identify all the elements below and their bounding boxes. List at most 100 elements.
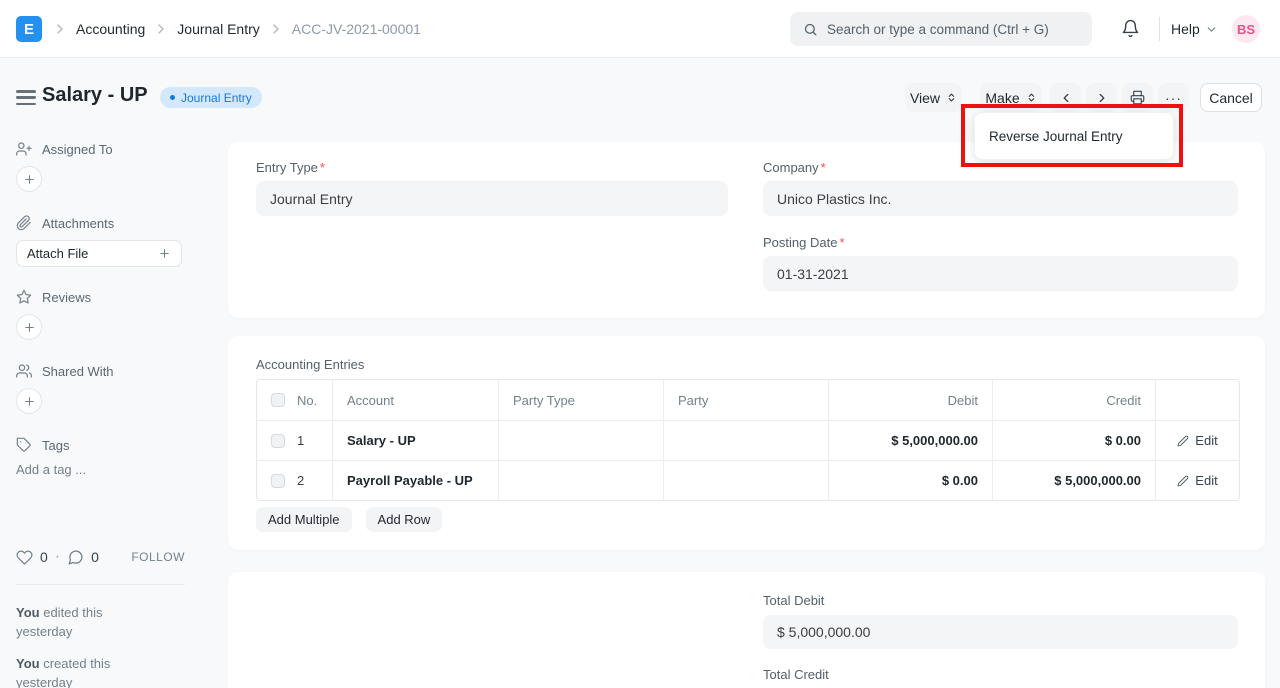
comments-count: 0 bbox=[91, 549, 99, 565]
credit-cell[interactable]: $ 5,000,000.00 bbox=[993, 461, 1156, 500]
edit-row-button[interactable]: Edit bbox=[1177, 473, 1217, 488]
previous-record-button[interactable] bbox=[1050, 83, 1081, 112]
menu-icon[interactable] bbox=[16, 90, 36, 105]
navbar-divider bbox=[1159, 17, 1160, 41]
sidebar-section-shared-with: Shared With bbox=[16, 363, 186, 379]
total-debit-field[interactable]: $ 5,000,000.00 bbox=[763, 615, 1238, 649]
more-options-button[interactable]: ··· bbox=[1158, 83, 1189, 112]
star-icon bbox=[16, 289, 32, 305]
likes-count: 0 bbox=[40, 549, 48, 565]
attach-file-button[interactable]: Attach File bbox=[16, 240, 182, 267]
totals-card: Total Debit $ 5,000,000.00 Total Credit bbox=[228, 572, 1265, 688]
party-cell[interactable] bbox=[664, 421, 829, 460]
reviews-add bbox=[16, 314, 186, 340]
follow-button[interactable]: FOLLOW bbox=[131, 550, 185, 564]
page-title: Salary - UP bbox=[42, 84, 148, 107]
plus-icon bbox=[23, 395, 36, 408]
accounting-entries-table: No. Account Party Type Party Debit Credi… bbox=[256, 379, 1240, 501]
cancel-button-label: Cancel bbox=[1209, 90, 1253, 106]
total-credit-label: Total Credit bbox=[763, 667, 829, 682]
add-multiple-button[interactable]: Add Multiple bbox=[256, 507, 352, 532]
ellipsis-icon: ··· bbox=[1165, 90, 1182, 106]
plus-icon bbox=[158, 247, 171, 260]
cancel-button[interactable]: Cancel bbox=[1200, 83, 1262, 112]
menu-item-reverse-journal-entry[interactable]: Reverse Journal Entry bbox=[975, 113, 1173, 159]
engagement-row: 0 · 0 FOLLOW bbox=[16, 548, 185, 566]
edit-label: Edit bbox=[1195, 473, 1217, 488]
credit-cell[interactable]: $ 0.00 bbox=[993, 421, 1156, 460]
chevron-down-icon bbox=[1205, 23, 1218, 36]
entry-type-field[interactable]: Journal Entry bbox=[256, 181, 728, 216]
status-dot-icon bbox=[170, 95, 175, 100]
edit-row-button[interactable]: Edit bbox=[1177, 433, 1217, 448]
add-assignment-button[interactable] bbox=[16, 166, 42, 192]
help-menu[interactable]: Help bbox=[1171, 0, 1218, 58]
search-input[interactable]: Search or type a command (Ctrl + G) bbox=[790, 12, 1092, 46]
table-row: 1 Salary - UP $ 5,000,000.00 $ 0.00 Edit bbox=[257, 420, 1239, 460]
edit-label: Edit bbox=[1195, 433, 1217, 448]
journal-entry-screen: E Accounting Journal Entry ACC-JV-2021-0… bbox=[0, 0, 1280, 688]
party-type-cell[interactable] bbox=[499, 421, 664, 460]
select-all-checkbox[interactable] bbox=[271, 393, 285, 407]
add-share-button[interactable] bbox=[16, 388, 42, 414]
paperclip-icon bbox=[16, 215, 32, 231]
header-cell-credit: Credit bbox=[993, 380, 1156, 420]
tag-icon bbox=[16, 437, 32, 453]
party-type-cell[interactable] bbox=[499, 461, 664, 500]
make-button-label: Make bbox=[985, 90, 1019, 106]
header-cell-party-type: Party Type bbox=[499, 380, 664, 420]
chevron-right-icon bbox=[268, 21, 284, 37]
app-logo[interactable]: E bbox=[16, 16, 42, 42]
row-no-cell: 2 bbox=[257, 461, 333, 500]
status-badge: Journal Entry bbox=[160, 87, 262, 108]
total-debit-label: Total Debit bbox=[763, 593, 824, 608]
row-checkbox[interactable] bbox=[271, 434, 285, 448]
select-chevrons-icon bbox=[1026, 92, 1037, 103]
make-dropdown-menu: Reverse Journal Entry bbox=[974, 112, 1174, 160]
view-button[interactable]: View bbox=[905, 83, 962, 112]
account-cell[interactable]: Payroll Payable - UP bbox=[333, 461, 499, 500]
party-cell[interactable] bbox=[664, 461, 829, 500]
account-cell[interactable]: Salary - UP bbox=[333, 421, 499, 460]
heart-icon[interactable] bbox=[16, 549, 33, 566]
print-button[interactable] bbox=[1122, 83, 1153, 112]
avatar[interactable]: BS bbox=[1232, 15, 1260, 43]
user-plus-icon bbox=[16, 141, 32, 157]
next-record-button[interactable] bbox=[1086, 83, 1117, 112]
make-button[interactable]: Make bbox=[980, 83, 1042, 112]
add-row-button[interactable]: Add Row bbox=[366, 507, 443, 532]
printer-icon bbox=[1130, 90, 1145, 105]
assigned-to-label: Assigned To bbox=[42, 142, 113, 157]
debit-cell[interactable]: $ 0.00 bbox=[829, 461, 993, 500]
actions-cell: Edit bbox=[1156, 421, 1239, 460]
users-icon bbox=[16, 363, 32, 379]
attach-file-label: Attach File bbox=[27, 246, 88, 261]
company-field[interactable]: Unico Plastics Inc. bbox=[763, 181, 1238, 216]
sidebar-section-tags: Tags bbox=[16, 437, 186, 453]
select-chevrons-icon bbox=[946, 92, 957, 103]
add-review-button[interactable] bbox=[16, 314, 42, 340]
chevron-right-icon bbox=[52, 21, 68, 37]
status-badge-label: Journal Entry bbox=[181, 91, 252, 105]
comment-icon[interactable] bbox=[67, 549, 84, 566]
breadcrumb-item-accounting[interactable]: Accounting bbox=[76, 21, 145, 37]
tags-add: Add a tag ... bbox=[16, 461, 186, 479]
posting-date-label: Posting Date* bbox=[763, 235, 845, 250]
row-checkbox[interactable] bbox=[271, 474, 285, 488]
table-row: 2 Payroll Payable - UP $ 0.00 $ 5,000,00… bbox=[257, 460, 1239, 500]
bell-icon[interactable] bbox=[1121, 19, 1140, 43]
debit-cell[interactable]: $ 5,000,000.00 bbox=[829, 421, 993, 460]
activity-who: You bbox=[16, 605, 40, 620]
breadcrumb-item-journal-entry[interactable]: Journal Entry bbox=[177, 21, 259, 37]
pencil-icon bbox=[1177, 435, 1189, 447]
activity-who: You bbox=[16, 656, 40, 671]
shared-with-label: Shared With bbox=[42, 364, 114, 379]
add-tag-input[interactable]: Add a tag ... bbox=[16, 462, 86, 477]
sidebar-divider bbox=[16, 584, 185, 585]
reviews-label: Reviews bbox=[42, 290, 91, 305]
header-cell-debit: Debit bbox=[829, 380, 993, 420]
posting-date-field[interactable]: 01-31-2021 bbox=[763, 256, 1238, 291]
header-cell-account: Account bbox=[333, 380, 499, 420]
entry-type-label: Entry Type* bbox=[256, 160, 325, 175]
plus-icon bbox=[23, 173, 36, 186]
